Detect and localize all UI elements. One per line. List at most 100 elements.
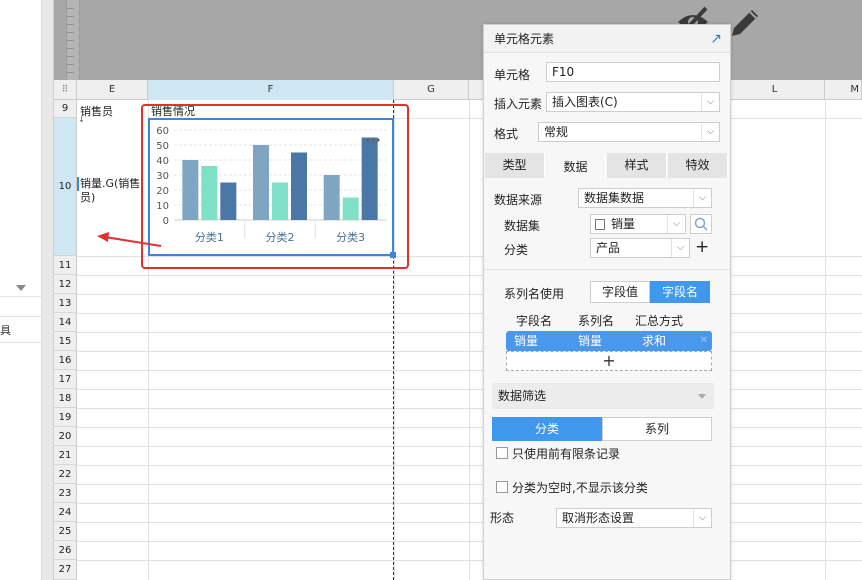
row-header-9[interactable]: 9 bbox=[54, 100, 76, 118]
field-name-cell: 销量 bbox=[514, 334, 539, 348]
insert-element-label: 插入元素 bbox=[494, 97, 543, 111]
expand-down-icon: ↓ bbox=[78, 115, 85, 124]
row-header-11[interactable]: 11 bbox=[54, 256, 76, 275]
dataset-label: 数据集 bbox=[504, 219, 541, 233]
format-value: 常规 bbox=[544, 125, 569, 139]
row-header-23[interactable]: 23 bbox=[54, 484, 76, 503]
collapse-arrow-icon[interactable] bbox=[698, 394, 706, 399]
shape-value: 取消形态设置 bbox=[562, 511, 635, 525]
column-header-f[interactable]: F bbox=[148, 80, 394, 100]
filter-tab-series[interactable]: 系列 bbox=[602, 417, 712, 441]
collapse-arrow-icon[interactable] bbox=[16, 285, 26, 291]
left-panel-text: 具 bbox=[0, 324, 11, 337]
hide-empty-label: 分类为空时,不显示该分类 bbox=[512, 481, 648, 495]
panel-title-bar: 单元格元素 ↗ bbox=[484, 25, 730, 53]
add-row-button[interactable]: + bbox=[506, 351, 712, 371]
expand-icon[interactable]: ↗ bbox=[710, 25, 722, 53]
tab-effect[interactable]: 特效 bbox=[668, 153, 728, 178]
expand-indicator bbox=[77, 177, 79, 191]
series-name-label: 系列名使用 bbox=[504, 287, 565, 301]
data-source-label: 数据来源 bbox=[494, 193, 543, 207]
dataset-icon bbox=[595, 219, 605, 230]
panel-divider bbox=[0, 342, 41, 343]
shape-select[interactable]: 取消形态设置 ⌵ bbox=[556, 508, 712, 528]
top-records-checkbox[interactable] bbox=[496, 447, 508, 459]
cell-e10-text-line2: 员) bbox=[80, 191, 96, 204]
chevron-down-icon: ⌵ bbox=[693, 509, 711, 527]
row-header-16[interactable]: 16 bbox=[54, 351, 76, 370]
top-records-label: 只使用前有限条记录 bbox=[512, 447, 621, 461]
data-filter-title: 数据筛选 bbox=[498, 389, 547, 403]
hide-empty-checkbox[interactable] bbox=[496, 481, 508, 493]
chevron-down-icon: ⌵ bbox=[671, 239, 689, 257]
table-header-field: 字段名 bbox=[516, 314, 553, 328]
series-name-field-value-button[interactable]: 字段值 bbox=[590, 281, 650, 303]
column-header-l[interactable]: L bbox=[725, 80, 825, 100]
chevron-down-icon: ⌵ bbox=[701, 123, 719, 141]
row-header-15[interactable]: 15 bbox=[54, 332, 76, 351]
row-header-18[interactable]: 18 bbox=[54, 389, 76, 408]
filter-tab-category[interactable]: 分类 bbox=[492, 417, 602, 441]
dataset-select[interactable]: 销量 ⌵ bbox=[590, 214, 686, 234]
search-icon[interactable] bbox=[690, 214, 712, 234]
row-header-22[interactable]: 22 bbox=[54, 465, 76, 484]
tab-data[interactable]: 数据 bbox=[546, 153, 606, 178]
row-header-27[interactable]: 27 bbox=[54, 560, 76, 580]
row-header-24[interactable]: 24 bbox=[54, 503, 76, 522]
panel-divider bbox=[484, 269, 730, 270]
row-header-10[interactable]: 10 bbox=[54, 118, 76, 256]
category-label: 分类 bbox=[504, 243, 529, 257]
annotation-arrow-icon bbox=[97, 232, 162, 247]
panel-tabs: 类型 数据 样式 特效 bbox=[485, 153, 729, 178]
panel-title: 单元格元素 bbox=[494, 32, 555, 46]
data-source-select[interactable]: 数据集数据 ⌵ bbox=[578, 188, 712, 208]
series-name-cell: 销量 bbox=[578, 334, 603, 348]
cell-e9-text: 销售员 bbox=[80, 105, 113, 118]
select-all-corner[interactable]: ⠿ bbox=[54, 80, 77, 100]
row-header-13[interactable]: 13 bbox=[54, 294, 76, 313]
remove-row-icon[interactable]: ✕ bbox=[700, 331, 708, 351]
row-header-19[interactable]: 19 bbox=[54, 408, 76, 427]
row-header-bar: 9 10 11 12 13 14 15 16 17 18 19 20 21 22… bbox=[54, 100, 77, 580]
tab-type[interactable]: 类型 bbox=[485, 153, 545, 178]
chevron-down-icon: ⌵ bbox=[701, 93, 719, 111]
row-header-26[interactable]: 26 bbox=[54, 541, 76, 560]
row-header-21[interactable]: 21 bbox=[54, 446, 76, 465]
category-value: 产品 bbox=[596, 241, 621, 255]
panel-divider bbox=[0, 316, 41, 317]
data-source-value: 数据集数据 bbox=[584, 191, 645, 205]
insert-element-value: 插入图表(C) bbox=[552, 95, 618, 109]
table-header-summary: 汇总方式 bbox=[635, 314, 684, 328]
chevron-down-icon: ⌵ bbox=[693, 189, 711, 207]
data-filter-section[interactable]: 数据筛选 bbox=[492, 383, 714, 409]
row-header-20[interactable]: 20 bbox=[54, 427, 76, 446]
column-header-e[interactable]: E bbox=[77, 80, 148, 100]
shape-label: 形态 bbox=[490, 511, 515, 525]
vertical-ruler bbox=[66, 0, 80, 80]
row-header-25[interactable]: 25 bbox=[54, 522, 76, 541]
tab-style[interactable]: 样式 bbox=[607, 153, 667, 178]
table-row[interactable]: 销量 销量 求和 ✕ bbox=[506, 331, 712, 351]
insert-element-select[interactable]: 插入图表(C) ⌵ bbox=[546, 92, 720, 112]
row-header-12[interactable]: 12 bbox=[54, 275, 76, 294]
left-side-panel: 具 bbox=[0, 0, 42, 580]
row-header-14[interactable]: 14 bbox=[54, 313, 76, 332]
panel-divider bbox=[0, 296, 41, 297]
format-select[interactable]: 常规 ⌵ bbox=[538, 122, 720, 142]
column-header-m[interactable]: M bbox=[825, 80, 862, 100]
cell-element-panel: 单元格元素 ↗ 单元格 F10 插入元素 插入图表(C) ⌵ 格式 常规 ⌵ 类… bbox=[483, 24, 731, 580]
highlight-annotation-box bbox=[141, 104, 409, 269]
category-select[interactable]: 产品 ⌵ bbox=[590, 238, 690, 258]
column-header-bar: ⠿ E F G H I J K L M bbox=[54, 80, 862, 100]
cell-label: 单元格 bbox=[494, 68, 531, 82]
series-name-field-name-button[interactable]: 字段名 bbox=[650, 281, 710, 303]
format-label: 格式 bbox=[494, 127, 519, 141]
add-category-icon[interactable]: + bbox=[695, 239, 709, 256]
screen-root: 具 ⠿ E F G H I J K L M 9 10 11 12 13 14 bbox=[0, 0, 862, 580]
panel-resize-strip[interactable] bbox=[42, 0, 54, 580]
cell-input[interactable]: F10 bbox=[546, 62, 720, 82]
pencil-icon[interactable] bbox=[732, 10, 758, 36]
row-header-17[interactable]: 17 bbox=[54, 370, 76, 389]
column-header-g[interactable]: G bbox=[394, 80, 469, 100]
summary-cell: 求和 bbox=[642, 334, 667, 348]
